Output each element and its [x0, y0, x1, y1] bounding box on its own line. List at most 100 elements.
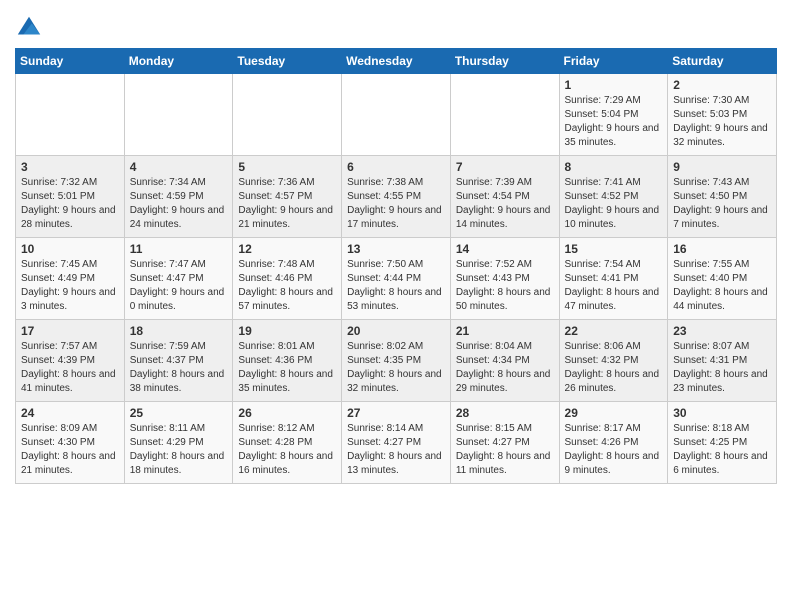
day-info: Sunrise: 8:06 AM Sunset: 4:32 PM Dayligh… [565, 340, 663, 396]
calendar-day-cell: 9Sunrise: 7:43 AM Sunset: 4:50 PM Daylig… [668, 156, 777, 238]
weekday-header-cell: Saturday [668, 49, 777, 74]
calendar-day-cell: 12Sunrise: 7:48 AM Sunset: 4:46 PM Dayli… [233, 238, 342, 320]
day-number: 10 [21, 242, 119, 256]
calendar-day-cell: 14Sunrise: 7:52 AM Sunset: 4:43 PM Dayli… [450, 238, 559, 320]
day-number: 4 [130, 160, 228, 174]
day-number: 17 [21, 324, 119, 338]
day-number: 6 [347, 160, 445, 174]
calendar-day-cell [124, 74, 233, 156]
calendar-day-cell: 25 Sunrise: 8:11 AM Sunset: 4:29 PM Dayli… [124, 402, 233, 484]
calendar-day-cell: 2 Sunrise: 7:30 AM Sunset: 5:03 PM Daylig… [668, 74, 777, 156]
day-info: Sunrise: 7:45 AM Sunset: 4:49 PM Dayligh… [21, 258, 119, 314]
calendar-day-cell: 15 Sunrise: 7:54 AM Sunset: 4:41 PM Dayli… [559, 238, 668, 320]
day-number: 26 [238, 406, 336, 420]
day-info: Sunrise: 7:48 AM Sunset: 4:46 PM Dayligh… [238, 258, 336, 314]
calendar-week-row: 1 Sunrise: 7:29 AM Sunset: 5:04 PM Daylig… [16, 74, 777, 156]
day-number: 25 [130, 406, 228, 420]
calendar-day-cell: 22 Sunrise: 8:06 AM Sunset: 4:32 PM Dayli… [559, 320, 668, 402]
calendar-week-row: 10 Sunrise: 7:45 AM Sunset: 4:49 PM Dayli… [16, 238, 777, 320]
weekday-header-cell: Monday [124, 49, 233, 74]
day-number: 14 [456, 242, 554, 256]
day-number: 22 [565, 324, 663, 338]
calendar-day-cell: 26 Sunrise: 8:12 AM Sunset: 4:28 PM Dayli… [233, 402, 342, 484]
day-info: Sunrise: 7:47 AM Sunset: 4:47 PM Dayligh… [130, 258, 228, 314]
calendar-body: 1 Sunrise: 7:29 AM Sunset: 5:04 PM Daylig… [16, 74, 777, 484]
calendar-day-cell: 18Sunrise: 7:59 AM Sunset: 4:37 PM Dayli… [124, 320, 233, 402]
calendar-day-cell: 24 Sunrise: 8:09 AM Sunset: 4:30 PM Dayli… [16, 402, 125, 484]
day-number: 5 [238, 160, 336, 174]
day-info: Sunrise: 8:07 AM Sunset: 4:31 PM Dayligh… [673, 340, 771, 396]
calendar-week-row: 17 Sunrise: 7:57 AM Sunset: 4:39 PM Dayli… [16, 320, 777, 402]
calendar-day-cell: 28Sunrise: 8:15 AM Sunset: 4:27 PM Dayli… [450, 402, 559, 484]
weekday-header: SundayMondayTuesdayWednesdayThursdayFrid… [16, 49, 777, 74]
calendar-day-cell: 17 Sunrise: 7:57 AM Sunset: 4:39 PM Dayli… [16, 320, 125, 402]
day-info: Sunrise: 7:36 AM Sunset: 4:57 PM Dayligh… [238, 176, 336, 232]
calendar-day-cell: 1 Sunrise: 7:29 AM Sunset: 5:04 PM Daylig… [559, 74, 668, 156]
day-info: Sunrise: 8:17 AM Sunset: 4:26 PM Dayligh… [565, 422, 663, 478]
day-number: 28 [456, 406, 554, 420]
calendar-day-cell: 11 Sunrise: 7:47 AM Sunset: 4:47 PM Dayli… [124, 238, 233, 320]
day-number: 1 [565, 78, 663, 92]
day-info: Sunrise: 7:34 AM Sunset: 4:59 PM Dayligh… [130, 176, 228, 232]
day-number: 21 [456, 324, 554, 338]
calendar-day-cell: 13Sunrise: 7:50 AM Sunset: 4:44 PM Dayli… [342, 238, 451, 320]
day-number: 20 [347, 324, 445, 338]
day-number: 23 [673, 324, 771, 338]
calendar-day-cell: 7 Sunrise: 7:39 AM Sunset: 4:54 PM Daylig… [450, 156, 559, 238]
calendar-day-cell: 23 Sunrise: 8:07 AM Sunset: 4:31 PM Dayli… [668, 320, 777, 402]
day-number: 15 [565, 242, 663, 256]
day-info: Sunrise: 8:14 AM Sunset: 4:27 PM Dayligh… [347, 422, 445, 478]
day-number: 11 [130, 242, 228, 256]
header [15, 10, 777, 42]
calendar-day-cell: 5 Sunrise: 7:36 AM Sunset: 4:57 PM Daylig… [233, 156, 342, 238]
day-info: Sunrise: 7:54 AM Sunset: 4:41 PM Dayligh… [565, 258, 663, 314]
day-info: Sunrise: 8:09 AM Sunset: 4:30 PM Dayligh… [21, 422, 119, 478]
calendar-day-cell: 29 Sunrise: 8:17 AM Sunset: 4:26 PM Dayli… [559, 402, 668, 484]
day-info: Sunrise: 7:30 AM Sunset: 5:03 PM Dayligh… [673, 94, 771, 150]
day-info: Sunrise: 8:04 AM Sunset: 4:34 PM Dayligh… [456, 340, 554, 396]
day-number: 16 [673, 242, 771, 256]
calendar-week-row: 24 Sunrise: 8:09 AM Sunset: 4:30 PM Dayli… [16, 402, 777, 484]
calendar-day-cell: 8 Sunrise: 7:41 AM Sunset: 4:52 PM Daylig… [559, 156, 668, 238]
calendar-day-cell: 3 Sunrise: 7:32 AM Sunset: 5:01 PM Daylig… [16, 156, 125, 238]
calendar-day-cell [342, 74, 451, 156]
day-number: 8 [565, 160, 663, 174]
day-info: Sunrise: 7:41 AM Sunset: 4:52 PM Dayligh… [565, 176, 663, 232]
weekday-header-cell: Tuesday [233, 49, 342, 74]
day-number: 24 [21, 406, 119, 420]
day-number: 30 [673, 406, 771, 420]
calendar-day-cell: 16 Sunrise: 7:55 AM Sunset: 4:40 PM Dayli… [668, 238, 777, 320]
calendar-day-cell: 19Sunrise: 8:01 AM Sunset: 4:36 PM Dayli… [233, 320, 342, 402]
day-number: 7 [456, 160, 554, 174]
calendar-day-cell: 27 Sunrise: 8:14 AM Sunset: 4:27 PM Dayli… [342, 402, 451, 484]
logo-icon [15, 14, 43, 42]
calendar-day-cell [233, 74, 342, 156]
calendar-day-cell: 10 Sunrise: 7:45 AM Sunset: 4:49 PM Dayli… [16, 238, 125, 320]
day-info: Sunrise: 8:12 AM Sunset: 4:28 PM Dayligh… [238, 422, 336, 478]
day-info: Sunrise: 7:55 AM Sunset: 4:40 PM Dayligh… [673, 258, 771, 314]
day-info: Sunrise: 8:02 AM Sunset: 4:35 PM Dayligh… [347, 340, 445, 396]
day-number: 2 [673, 78, 771, 92]
day-info: Sunrise: 8:11 AM Sunset: 4:29 PM Dayligh… [130, 422, 228, 478]
calendar-day-cell: 21 Sunrise: 8:04 AM Sunset: 4:34 PM Dayli… [450, 320, 559, 402]
calendar-day-cell [16, 74, 125, 156]
day-info: Sunrise: 7:29 AM Sunset: 5:04 PM Dayligh… [565, 94, 663, 150]
day-info: Sunrise: 7:39 AM Sunset: 4:54 PM Dayligh… [456, 176, 554, 232]
logo [15, 14, 47, 42]
day-number: 3 [21, 160, 119, 174]
calendar-day-cell [450, 74, 559, 156]
day-number: 27 [347, 406, 445, 420]
day-info: Sunrise: 7:32 AM Sunset: 5:01 PM Dayligh… [21, 176, 119, 232]
weekday-header-cell: Sunday [16, 49, 125, 74]
day-number: 13 [347, 242, 445, 256]
day-number: 29 [565, 406, 663, 420]
day-number: 9 [673, 160, 771, 174]
day-info: Sunrise: 7:38 AM Sunset: 4:55 PM Dayligh… [347, 176, 445, 232]
calendar-day-cell: 6 Sunrise: 7:38 AM Sunset: 4:55 PM Daylig… [342, 156, 451, 238]
day-info: Sunrise: 7:57 AM Sunset: 4:39 PM Dayligh… [21, 340, 119, 396]
weekday-header-cell: Friday [559, 49, 668, 74]
calendar-day-cell: 30Sunrise: 8:18 AM Sunset: 4:25 PM Dayli… [668, 402, 777, 484]
calendar-week-row: 3 Sunrise: 7:32 AM Sunset: 5:01 PM Daylig… [16, 156, 777, 238]
day-info: Sunrise: 7:59 AM Sunset: 4:37 PM Dayligh… [130, 340, 228, 396]
day-info: Sunrise: 8:01 AM Sunset: 4:36 PM Dayligh… [238, 340, 336, 396]
